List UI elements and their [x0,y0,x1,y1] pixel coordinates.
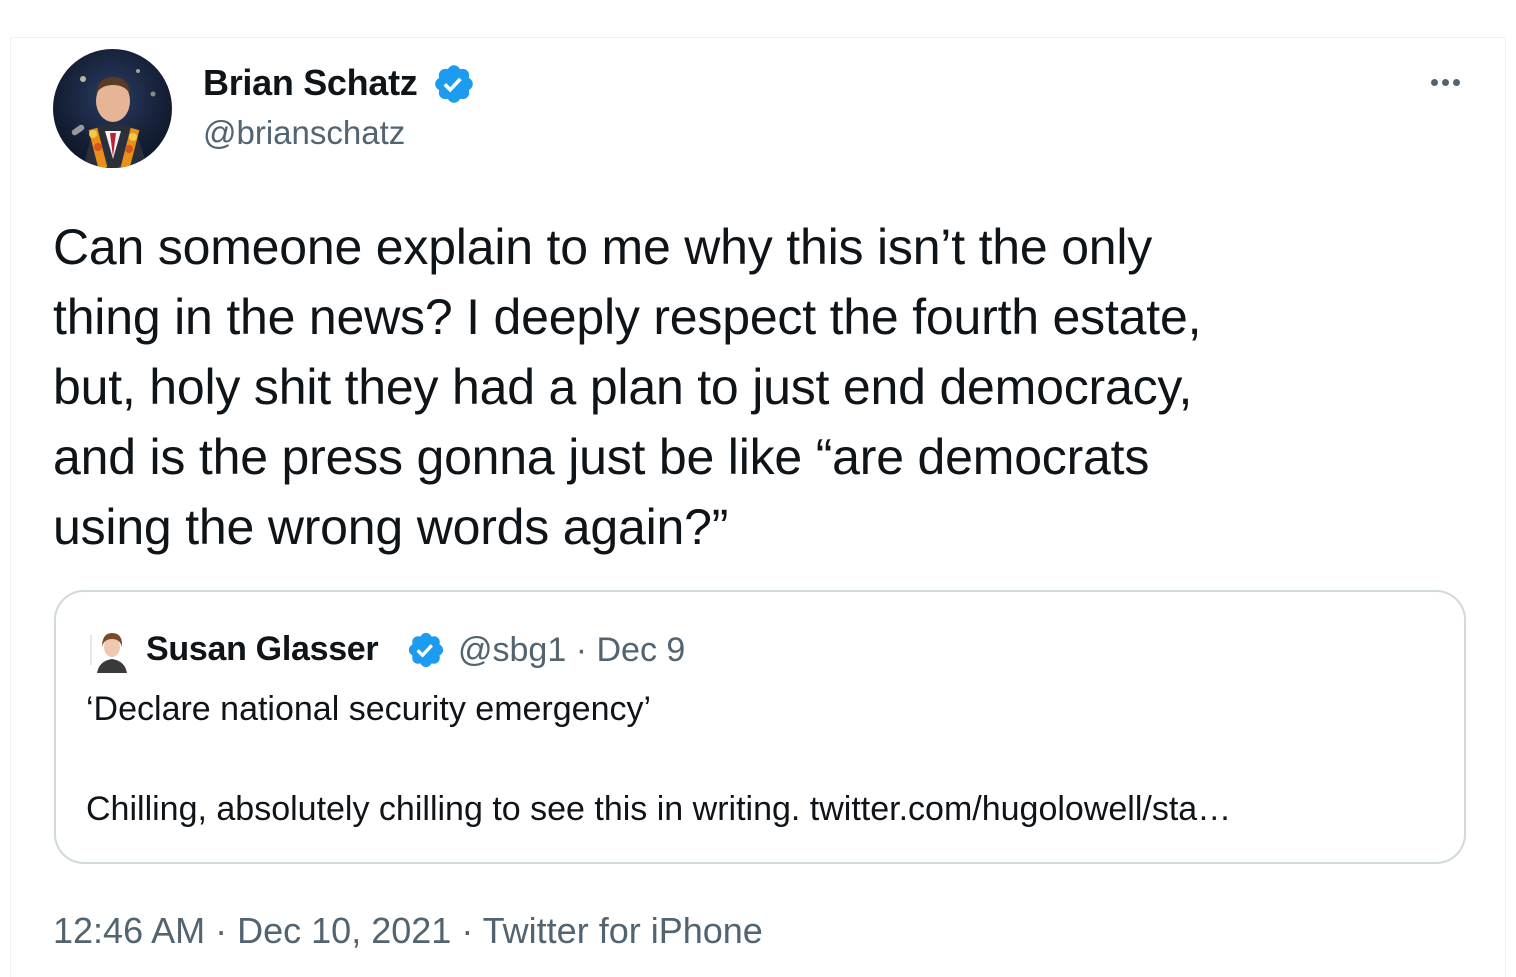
tweet-time-link[interactable]: 12:46 AM [53,910,205,951]
author-display-name[interactable]: Brian Schatz [203,62,418,104]
tweet-timestamp: 12:46 AM · Dec 10, 2021 · Twitter for iP… [53,910,763,952]
quoted-tweet-text-line: Chilling, absolutely chilling to see thi… [86,790,1232,828]
tweet-text-line: Can someone explain to me why this isn’t… [53,219,1153,275]
verified-badge-icon [435,65,473,103]
avatar-photo-icon [71,69,156,168]
meta-separator: · [575,631,588,669]
meta-separator: · [461,910,474,951]
quoted-author-avatar-icon [89,627,135,673]
tweet-text-line: using the wrong words again?” [53,499,729,555]
quoted-author-handle[interactable]: @sbg1 [458,631,566,669]
more-dot-icon [1452,78,1460,86]
more-dot-icon [1430,78,1438,86]
quoted-tweet-meta: @sbg1 · Dec 9 [458,631,685,670]
tweet-text-line: thing in the news? I deeply respect the … [53,289,1202,345]
tweet-date-link[interactable]: Dec 10, 2021 [237,910,451,951]
more-dot-icon [1441,78,1449,86]
author-avatar[interactable] [53,49,172,168]
quoted-author-name[interactable]: Susan Glasser [146,630,379,669]
quoted-tweet-text-line: ‘Declare national security emergency’ [86,690,652,728]
quoted-tweet[interactable]: Susan Glasser @sbg1 · Dec 9 ‘Declare nat… [54,590,1466,864]
author-handle[interactable]: @brianschatz [203,114,405,152]
meta-separator: · [215,910,228,951]
verified-badge-icon [408,632,444,668]
tweet-text: Can someone explain to me why this isn’t… [53,212,1473,562]
tweet-text-line: but, holy shit they had a plan to just e… [53,359,1193,415]
more-options-button[interactable] [1420,64,1470,100]
tweet-source-link[interactable]: Twitter for iPhone [483,910,763,951]
quoted-tweet-date[interactable]: Dec 9 [596,631,685,669]
tweet-text-line: and is the press gonna just be like “are… [53,429,1150,485]
